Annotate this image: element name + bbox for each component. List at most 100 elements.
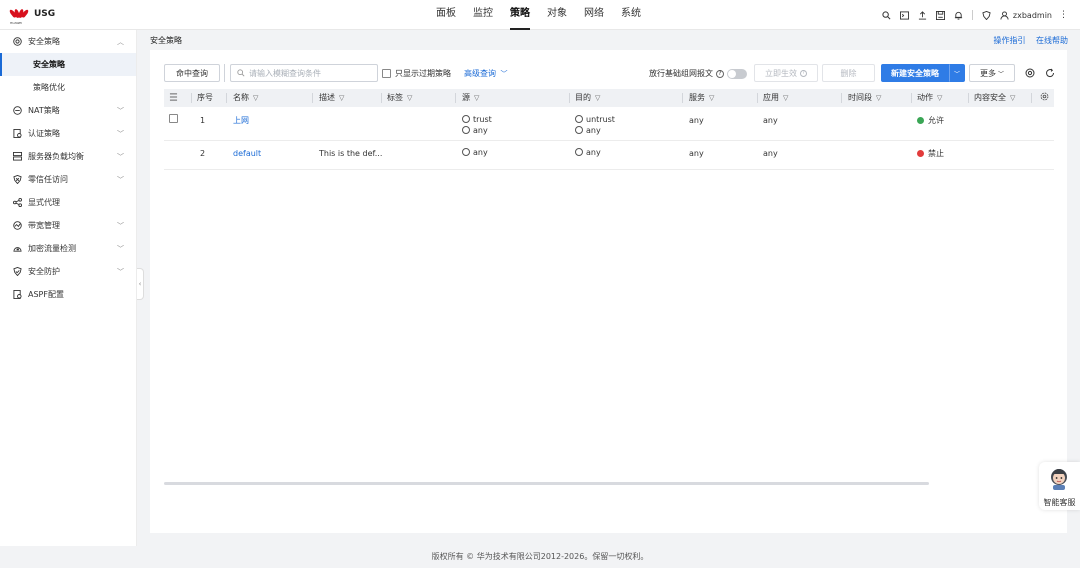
upload-icon[interactable] (918, 10, 927, 20)
hit-query-button[interactable]: 命中查询 (164, 64, 220, 82)
allow-basic-toggle[interactable] (727, 68, 747, 79)
new-policy-dropdown[interactable]: ﹀ (949, 64, 965, 82)
sidebar-item-encrypt-detect[interactable]: 加密流量检测 ﹀ (0, 237, 136, 260)
more-button[interactable]: 更多 ﹀ (969, 64, 1015, 82)
column-settings-icon[interactable] (1025, 68, 1035, 80)
select-all-icon[interactable] (169, 89, 178, 107)
row-name-link[interactable]: default (233, 149, 261, 158)
bell-icon[interactable] (954, 11, 963, 20)
filter-icon[interactable]: ▽ (1010, 94, 1015, 102)
nav-dashboard[interactable]: 面板 (436, 0, 456, 30)
sidebar-subitem-policy-optimize[interactable]: 策略优化 (0, 76, 136, 99)
action-label: 禁止 (928, 149, 944, 158)
apply-now-button[interactable]: 立即生效 ? (754, 64, 818, 82)
col-action[interactable]: 动作 ▽ (917, 89, 942, 107)
filter-icon[interactable]: ▽ (407, 94, 412, 102)
zone-icon (575, 148, 583, 156)
col-name-label: 名称 (233, 93, 249, 102)
sidebar-item-protection[interactable]: 安全防护 ﹀ (0, 260, 136, 283)
sidebar-item-label: NAT策略 (28, 106, 60, 115)
horizontal-scrollbar[interactable] (164, 482, 929, 485)
dst-zone-label: untrust (586, 115, 615, 124)
user-icon[interactable] (1000, 10, 1009, 20)
filter-icon[interactable]: ▽ (876, 94, 881, 102)
table-row[interactable]: 1 上网 trust any untrust any any any 允许 (164, 108, 1054, 141)
row-dst-zone: untrust (575, 115, 615, 124)
col-app[interactable]: 应用 ▽ (763, 89, 788, 107)
search-icon[interactable] (882, 10, 891, 20)
online-help-link[interactable]: 在线帮助 (1036, 36, 1068, 45)
col-content-security[interactable]: 内容安全 ▽ (974, 89, 1015, 107)
filter-icon[interactable]: ▽ (783, 94, 788, 102)
search-input[interactable] (249, 68, 374, 78)
sidebar-item-label: ASPF配置 (28, 290, 64, 299)
chevron-down-icon: ﹀ (117, 244, 124, 253)
shield-icon[interactable] (982, 10, 991, 20)
filter-icon[interactable]: ▽ (595, 94, 600, 102)
nav-policy[interactable]: 策略 (510, 0, 530, 30)
row-src-zone: trust (462, 115, 492, 124)
username[interactable]: zxbadmin (1013, 11, 1052, 20)
col-service[interactable]: 服务 ▽ (689, 89, 714, 107)
col-time[interactable]: 时间段 ▽ (848, 89, 881, 107)
sidebar-collapse-button[interactable]: ‹ (137, 268, 144, 300)
filter-icon[interactable]: ▽ (937, 94, 942, 102)
assistant-avatar-icon (1051, 469, 1067, 490)
col-dst[interactable]: 目的 ▽ (575, 89, 600, 107)
sidebar: 安全策略 ︿ 安全策略 策略优化 NAT策略 ﹀ 认证策略 ﹀ 服务器负载均衡 … (0, 30, 137, 546)
only-expired-checkbox[interactable] (382, 69, 391, 78)
sidebar-item-aspf[interactable]: ASPF配置 (0, 283, 136, 306)
row-checkbox[interactable] (169, 114, 178, 123)
delete-button[interactable]: 删除 (822, 64, 875, 82)
sidebar-item-auth[interactable]: 认证策略 ﹀ (0, 122, 136, 145)
col-tag[interactable]: 标签 ▽ (387, 89, 412, 107)
filter-icon[interactable]: ▽ (709, 94, 714, 102)
only-expired-filter[interactable]: 只显示过期策略 (382, 68, 451, 79)
table-settings-icon[interactable] (1040, 89, 1049, 107)
chevron-down-icon: ﹀ (117, 175, 124, 184)
nav-system[interactable]: 系统 (621, 0, 641, 30)
src-address-label: any (473, 126, 488, 135)
huawei-logo[interactable]: HUAWEI USG (8, 6, 55, 25)
chevron-down-icon: ﹀ (500, 70, 508, 78)
sidebar-item-security-policy[interactable]: 安全策略 ︿ (0, 30, 136, 53)
sidebar-item-zero-trust[interactable]: 零信任访问 ﹀ (0, 168, 136, 191)
help-icon[interactable]: ? (716, 69, 724, 78)
col-src[interactable]: 源 ▽ (462, 89, 479, 107)
guide-link[interactable]: 操作指引 (993, 36, 1025, 45)
nav-monitor[interactable]: 监控 (473, 0, 493, 30)
sidebar-item-explicit-proxy[interactable]: 显式代理 (0, 191, 136, 214)
divider (224, 64, 225, 82)
auth-icon (12, 129, 22, 139)
filter-icon[interactable]: ▽ (339, 94, 344, 102)
filter-icon[interactable]: ▽ (253, 94, 258, 102)
refresh-icon[interactable] (1045, 68, 1055, 80)
row-src-address: any (462, 126, 488, 135)
more-vertical-icon[interactable]: ⋮ (1059, 10, 1068, 20)
nav-object[interactable]: 对象 (547, 0, 567, 30)
new-policy-button[interactable]: 新建安全策略 (881, 64, 949, 82)
only-expired-label: 只显示过期策略 (395, 69, 451, 78)
nav-network[interactable]: 网络 (584, 0, 604, 30)
sidebar-item-label: 安全策略 (28, 37, 60, 46)
sidebar-subitem-security-policy[interactable]: 安全策略 (0, 53, 136, 76)
sidebar-item-nat[interactable]: NAT策略 ﹀ (0, 99, 136, 122)
filter-icon[interactable]: ▽ (474, 94, 479, 102)
encrypt-icon (12, 244, 22, 254)
table-header: 序号 名称 ▽ 描述 ▽ 标签 ▽ 源 ▽ 目的 ▽ 服务 ▽ 应用 ▽ 时间段 ▽ 动作 ▽ 内… (164, 89, 1054, 107)
col-dst-label: 目的 (575, 93, 591, 102)
advanced-query-link[interactable]: 高级查询 ﹀ (464, 68, 508, 79)
sidebar-item-server-lb[interactable]: 服务器负载均衡 ﹀ (0, 145, 136, 168)
row-name-link[interactable]: 上网 (233, 115, 249, 126)
chevron-down-icon: ﹀ (117, 106, 124, 115)
sidebar-item-bandwidth[interactable]: 带宽管理 ﹀ (0, 214, 136, 237)
col-desc[interactable]: 描述 ▽ (319, 89, 344, 107)
sidebar-item-label: 显式代理 (28, 198, 60, 207)
table-row[interactable]: 2 default This is the def... any any any… (164, 141, 1054, 170)
save-icon[interactable] (935, 10, 945, 20)
col-name[interactable]: 名称 ▽ (233, 89, 258, 107)
shield-policy-icon (12, 37, 22, 47)
chevron-down-icon: ﹀ (117, 267, 124, 276)
cli-terminal-icon[interactable] (899, 10, 909, 20)
smart-assistant-button[interactable]: 智能客服 (1039, 462, 1080, 510)
